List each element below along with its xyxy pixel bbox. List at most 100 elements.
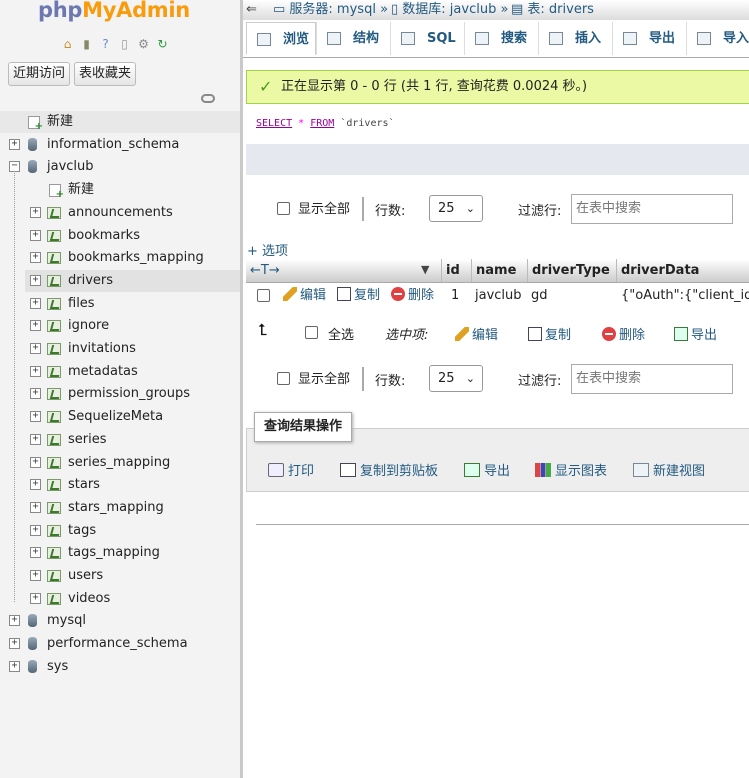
expand-icon[interactable]: + [9, 638, 20, 650]
print-button[interactable]: 打印 [268, 460, 314, 479]
cell-drivertype[interactable]: gd [531, 283, 548, 309]
tree-table-tags_mapping[interactable]: + tags_mapping [0, 542, 240, 564]
tree-table-ignore[interactable]: + ignore [0, 315, 240, 337]
collapse-nav-icon[interactable]: ⇐ [246, 0, 257, 20]
copy-to-clipboard-button[interactable]: 复制到剪贴板 [340, 460, 438, 479]
tree-table-series[interactable]: + series [0, 429, 240, 451]
filter-input[interactable]: 在表中搜索 [571, 364, 733, 394]
tree-table-tags[interactable]: + tags [0, 520, 240, 542]
expand-icon[interactable]: + [9, 138, 20, 150]
tree-database-mysql[interactable]: + mysql [0, 610, 240, 632]
phpmyadmin-logo[interactable]: phpMyAdmin [38, 0, 190, 22]
expand-icon[interactable]: + [9, 615, 20, 627]
expand-icon[interactable]: + [30, 411, 41, 423]
settings-icon[interactable]: ⚙ [136, 37, 151, 52]
column-header-id[interactable]: id [441, 259, 471, 282]
favorites-button[interactable]: 表收藏夹 [74, 62, 137, 86]
recent-button[interactable]: 近期访问 [8, 62, 71, 86]
rows-select[interactable]: 25 ⌄ [429, 365, 483, 392]
column-header-driverdata[interactable]: driverData [616, 259, 749, 282]
tab-import[interactable]: 导入 [686, 22, 749, 55]
tab-export[interactable]: 导出 [612, 22, 686, 55]
sort-dropdown-icon[interactable]: ▼ [421, 259, 429, 281]
tree-new-database[interactable]: 新建 [0, 111, 240, 133]
tree-table-bookmarks[interactable]: + bookmarks [0, 225, 240, 247]
tree-table-announcements[interactable]: + announcements [0, 202, 240, 224]
bulk-export-button[interactable]: 导出 [674, 324, 717, 343]
tree-database-performance_schema[interactable]: + performance_schema [0, 633, 240, 655]
tree-table-stars_mapping[interactable]: + stars_mapping [0, 497, 240, 519]
bulk-copy-button[interactable]: 复制 [528, 324, 571, 343]
tree-table-files[interactable]: + files [0, 293, 240, 315]
breadcrumb-database[interactable]: ▯ 数据库: javclub » [391, 0, 508, 20]
expand-icon[interactable]: + [30, 388, 41, 400]
column-header-name[interactable]: name [471, 259, 527, 282]
column-resize-arrows[interactable]: ←T→ [250, 259, 280, 282]
row-edit-button[interactable]: 编辑 [283, 283, 326, 309]
check-all-checkbox[interactable] [305, 326, 318, 339]
tree-table-series_mapping[interactable]: + series_mapping [0, 452, 240, 474]
cell-id[interactable]: 1 [451, 283, 459, 309]
cell-name[interactable]: javclub [475, 283, 522, 309]
rows-select[interactable]: 25 ⌄ [429, 195, 483, 222]
tree-table-invitations[interactable]: + invitations [0, 338, 240, 360]
check-all-label[interactable]: 全选 [328, 324, 354, 343]
tree-database-sys[interactable]: + sys [0, 656, 240, 678]
filter-input[interactable]: 在表中搜索 [571, 194, 733, 224]
breadcrumb-server[interactable]: ▭ 服务器: mysql » [273, 0, 388, 20]
create-view-button[interactable]: 新建视图 [633, 460, 705, 479]
expand-icon[interactable]: + [30, 252, 41, 264]
row-copy-button[interactable]: 复制 [337, 283, 380, 309]
tab-search[interactable]: 搜索 [464, 22, 538, 55]
home-icon[interactable]: ⌂ [60, 37, 75, 52]
tree-table-users[interactable]: + users [0, 565, 240, 587]
expand-icon[interactable]: + [30, 365, 41, 377]
tab-sql[interactable]: SQL [390, 22, 464, 55]
row-delete-button[interactable]: 删除 [391, 283, 434, 309]
expand-icon[interactable]: + [9, 660, 20, 672]
expand-icon[interactable]: + [30, 456, 41, 468]
reload-icon[interactable]: ↻ [155, 37, 170, 52]
row-checkbox[interactable] [257, 289, 270, 302]
expand-icon[interactable]: + [30, 229, 41, 241]
export-button[interactable]: 导出 [464, 460, 510, 479]
expand-icon[interactable]: + [30, 274, 41, 286]
expand-icon[interactable]: + [30, 297, 41, 309]
display-chart-button[interactable]: 显示图表 [535, 460, 607, 479]
column-header-drivertype[interactable]: driverType [527, 259, 616, 282]
expand-icon[interactable]: + [30, 592, 41, 604]
expand-icon[interactable]: + [30, 206, 41, 218]
expand-icon[interactable]: + [30, 524, 41, 536]
expand-icon[interactable]: + [30, 570, 41, 581]
tree-table-bookmarks_mapping[interactable]: + bookmarks_mapping [0, 247, 240, 269]
show-all-checkbox[interactable] [277, 202, 290, 215]
expand-icon[interactable]: + [30, 547, 41, 559]
show-all-checkbox[interactable] [277, 372, 290, 385]
tree-table-permission_groups[interactable]: + permission_groups [0, 383, 240, 405]
log-out-icon[interactable]: ▮ [79, 37, 94, 52]
tree-database-javclub[interactable]: − javclub [0, 156, 240, 178]
cell-driverdata[interactable]: {"oAuth":{"client_id": [621, 283, 749, 309]
link-with-main-icon[interactable] [201, 94, 215, 103]
expand-icon[interactable]: + [30, 343, 41, 354]
help-icon[interactable]: ? [98, 37, 113, 52]
tree-new-table[interactable]: 新建 [0, 179, 240, 201]
tree-table-sequelizemeta[interactable]: + SequelizeMeta [0, 406, 240, 428]
expand-icon[interactable]: + [30, 479, 41, 491]
tab-insert[interactable]: 插入 [538, 22, 612, 55]
breadcrumb-table[interactable]: ▤ 表: drivers [511, 0, 594, 20]
options-link[interactable]: + 选项 [247, 240, 288, 259]
bulk-delete-button[interactable]: 删除 [602, 324, 645, 343]
tree-database-information_schema[interactable]: + information_schema [0, 134, 240, 156]
expand-icon[interactable]: + [30, 320, 41, 332]
tree-table-metadatas[interactable]: + metadatas [0, 361, 240, 383]
tree-table-drivers[interactable]: + drivers [25, 269, 240, 292]
tab-browse[interactable]: 浏览 [246, 22, 316, 55]
tree-table-videos[interactable]: + videos [0, 588, 240, 610]
expand-icon[interactable]: + [30, 433, 41, 445]
tab-structure[interactable]: 结构 [316, 22, 390, 55]
bulk-edit-button[interactable]: 编辑 [455, 324, 498, 343]
tree-table-stars[interactable]: + stars [0, 474, 240, 496]
docs-icon[interactable]: ▯ [117, 37, 132, 52]
expand-icon[interactable]: + [30, 501, 41, 513]
